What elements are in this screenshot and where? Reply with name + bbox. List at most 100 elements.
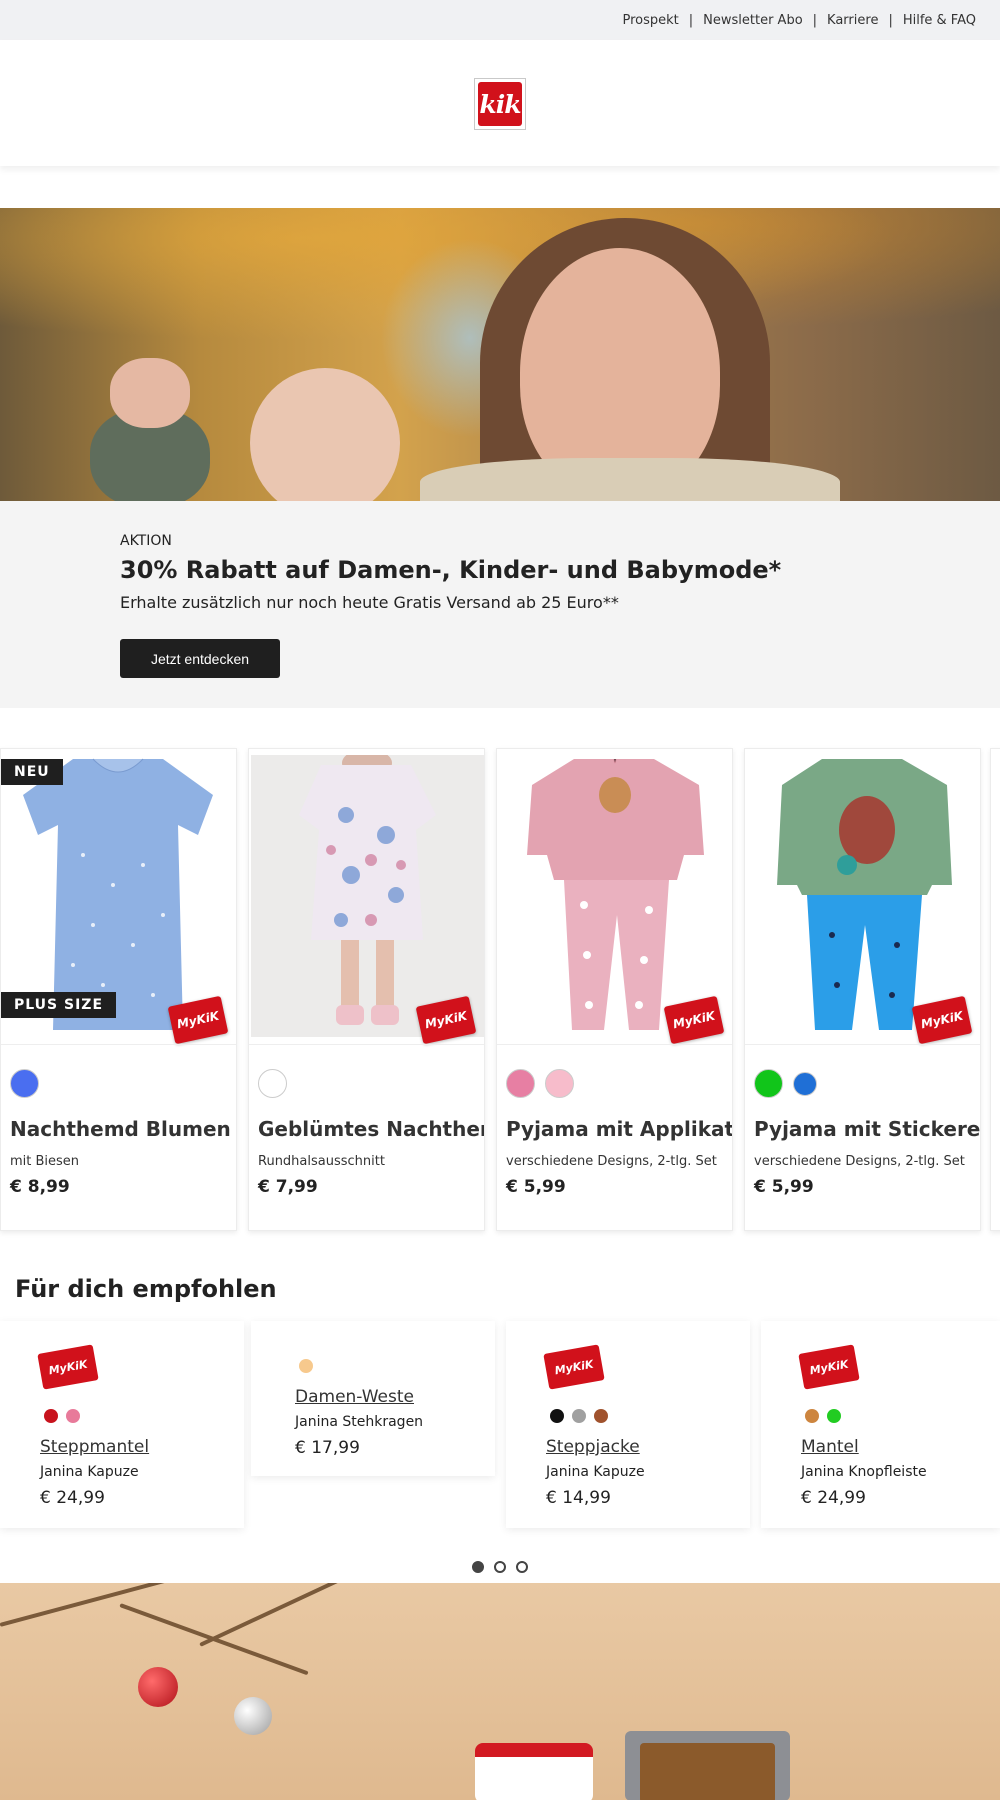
color-dot[interactable] (594, 1409, 608, 1423)
mykik-badge: MyKiK (37, 1344, 99, 1390)
color-swatch[interactable] (793, 1072, 817, 1096)
top-nav-separator: | (812, 12, 818, 28)
recommended-card[interactable]: MyKiK Steppjacke Janina Kapuze € 14,99 (506, 1321, 750, 1528)
hero-sweater (420, 458, 840, 501)
color-swatch[interactable] (258, 1069, 287, 1098)
color-swatch[interactable] (754, 1069, 783, 1098)
christmas-tin-red (475, 1743, 593, 1800)
product-description: verschiedene Designs, 2-tlg. Set (754, 1154, 965, 1169)
pager-dot-3[interactable] (516, 1561, 528, 1573)
top-nav-separator: | (888, 12, 893, 28)
discover-button[interactable]: Jetzt entdecken (120, 639, 280, 678)
color-swatches (258, 1069, 287, 1098)
product-name[interactable]: Pyjama mit Stickerei (754, 1117, 980, 1141)
top-nav-newsletter[interactable]: Newsletter Abo (703, 13, 803, 28)
hero-image[interactable] (0, 208, 1000, 501)
color-swatch[interactable] (545, 1069, 574, 1098)
top-nav-separator: | (688, 12, 694, 28)
color-swatch[interactable] (10, 1069, 39, 1098)
top-nav-hilfe[interactable]: Hilfe & FAQ (903, 13, 976, 28)
cookies (640, 1743, 775, 1800)
recommended-price: € 14,99 (546, 1488, 611, 1508)
product-price: € 7,99 (258, 1177, 318, 1197)
product-card[interactable]: MyKiK Geblümtes Nachthemd Rundhalsaussch… (248, 748, 485, 1231)
promo-eyebrow: AKTION (120, 533, 172, 549)
product-price: € 5,99 (754, 1177, 814, 1197)
product-card[interactable]: MyKiK Pyjama mit Stickerei verschiedene … (744, 748, 981, 1231)
recommended-description: Janina Stehkragen (295, 1414, 424, 1430)
color-swatch[interactable] (506, 1069, 535, 1098)
color-dot[interactable] (827, 1409, 841, 1423)
recommended-description: Janina Kapuze (546, 1464, 645, 1480)
carousel-pager (472, 1561, 528, 1573)
product-price: € 5,99 (506, 1177, 566, 1197)
product-image[interactable] (499, 755, 732, 1037)
card-divider (249, 1044, 484, 1045)
product-name[interactable]: Nachthemd Blumen (10, 1117, 231, 1141)
new-badge: NEU (1, 759, 63, 785)
color-swatches (10, 1069, 39, 1098)
recommended-name[interactable]: Steppmantel (40, 1437, 149, 1457)
recommended-card[interactable]: MyKiK Steppmantel Janina Kapuze € 24,99 (0, 1321, 244, 1528)
card-divider (745, 1044, 980, 1045)
recommended-card[interactable]: MyKiK Mantel Janina Knopfleiste € 24,99 (761, 1321, 1000, 1528)
recommended-price: € 24,99 (801, 1488, 866, 1508)
color-dot[interactable] (299, 1359, 313, 1373)
color-dots (805, 1409, 841, 1423)
product-card[interactable]: MyKiK Pyjama mit Applikation verschieden… (496, 748, 733, 1231)
product-price: € 8,99 (10, 1177, 70, 1197)
branch (199, 1583, 346, 1647)
recommended-price: € 17,99 (295, 1438, 360, 1458)
top-nav-karriere[interactable]: Karriere (827, 13, 878, 28)
logo-text: kik (478, 82, 522, 126)
product-image[interactable] (747, 755, 980, 1037)
product-name[interactable]: Geblümtes Nachthemd (258, 1117, 484, 1141)
recommended-price: € 24,99 (40, 1488, 105, 1508)
product-description: verschiedene Designs, 2-tlg. Set (506, 1154, 717, 1169)
color-dots (299, 1359, 313, 1373)
color-dot[interactable] (550, 1409, 564, 1423)
color-dots (550, 1409, 608, 1423)
recommended-name[interactable]: Steppjacke (546, 1437, 640, 1457)
kik-logo[interactable]: kik (474, 78, 526, 130)
promo-headline: 30% Rabatt auf Damen-, Kinder- und Babym… (120, 556, 782, 584)
recommended-name[interactable]: Damen-Weste (295, 1387, 414, 1407)
product-name[interactable]: Pyjama mit Applikation (506, 1117, 732, 1141)
red-ornament (138, 1667, 178, 1707)
product-description: mit Biesen (10, 1154, 80, 1169)
color-dots (44, 1409, 80, 1423)
top-nav: Prospekt | Newsletter Abo | Karriere | H… (622, 0, 976, 40)
floral-nightgown-illustration (251, 755, 484, 1037)
green-pyjama-illustration (777, 759, 952, 1030)
pager-dot-1[interactable] (472, 1561, 484, 1573)
recommended-title: Für dich empfohlen (15, 1275, 277, 1303)
product-card-partial[interactable] (990, 748, 1000, 1231)
recommended-description: Janina Knopfleiste (801, 1464, 927, 1480)
product-image[interactable] (251, 755, 484, 1037)
color-dot[interactable] (805, 1409, 819, 1423)
promo-section: AKTION 30% Rabatt auf Damen-, Kinder- un… (0, 501, 1000, 708)
christmas-banner[interactable] (0, 1583, 1000, 1800)
card-divider (497, 1044, 732, 1045)
top-nav-prospekt[interactable]: Prospekt (622, 13, 678, 28)
promo-subline: Erhalte zusätzlich nur noch heute Gratis… (120, 593, 619, 612)
site-header: kik (0, 40, 1000, 166)
color-swatches (506, 1069, 574, 1098)
pink-pyjama-illustration (527, 758, 704, 1030)
color-dot[interactable] (44, 1409, 58, 1423)
hero-hand (110, 358, 190, 428)
pager-dot-2[interactable] (494, 1561, 506, 1573)
hero-baby (250, 368, 400, 501)
color-dot[interactable] (66, 1409, 80, 1423)
recommended-name[interactable]: Mantel (801, 1437, 859, 1457)
recommended-description: Janina Kapuze (40, 1464, 139, 1480)
recommended-card[interactable]: Damen-Weste Janina Stehkragen € 17,99 (251, 1321, 495, 1476)
mykik-badge: MyKiK (543, 1344, 605, 1390)
product-card[interactable]: NEU PLUS SIZE MyKiK Nachthemd Blumen mit… (0, 748, 237, 1231)
color-swatches (754, 1069, 817, 1098)
top-utility-bar: Prospekt | Newsletter Abo | Karriere | H… (0, 0, 1000, 40)
mykik-badge: MyKiK (798, 1344, 860, 1390)
silver-ornament (234, 1697, 272, 1735)
card-divider (1, 1044, 236, 1045)
color-dot[interactable] (572, 1409, 586, 1423)
